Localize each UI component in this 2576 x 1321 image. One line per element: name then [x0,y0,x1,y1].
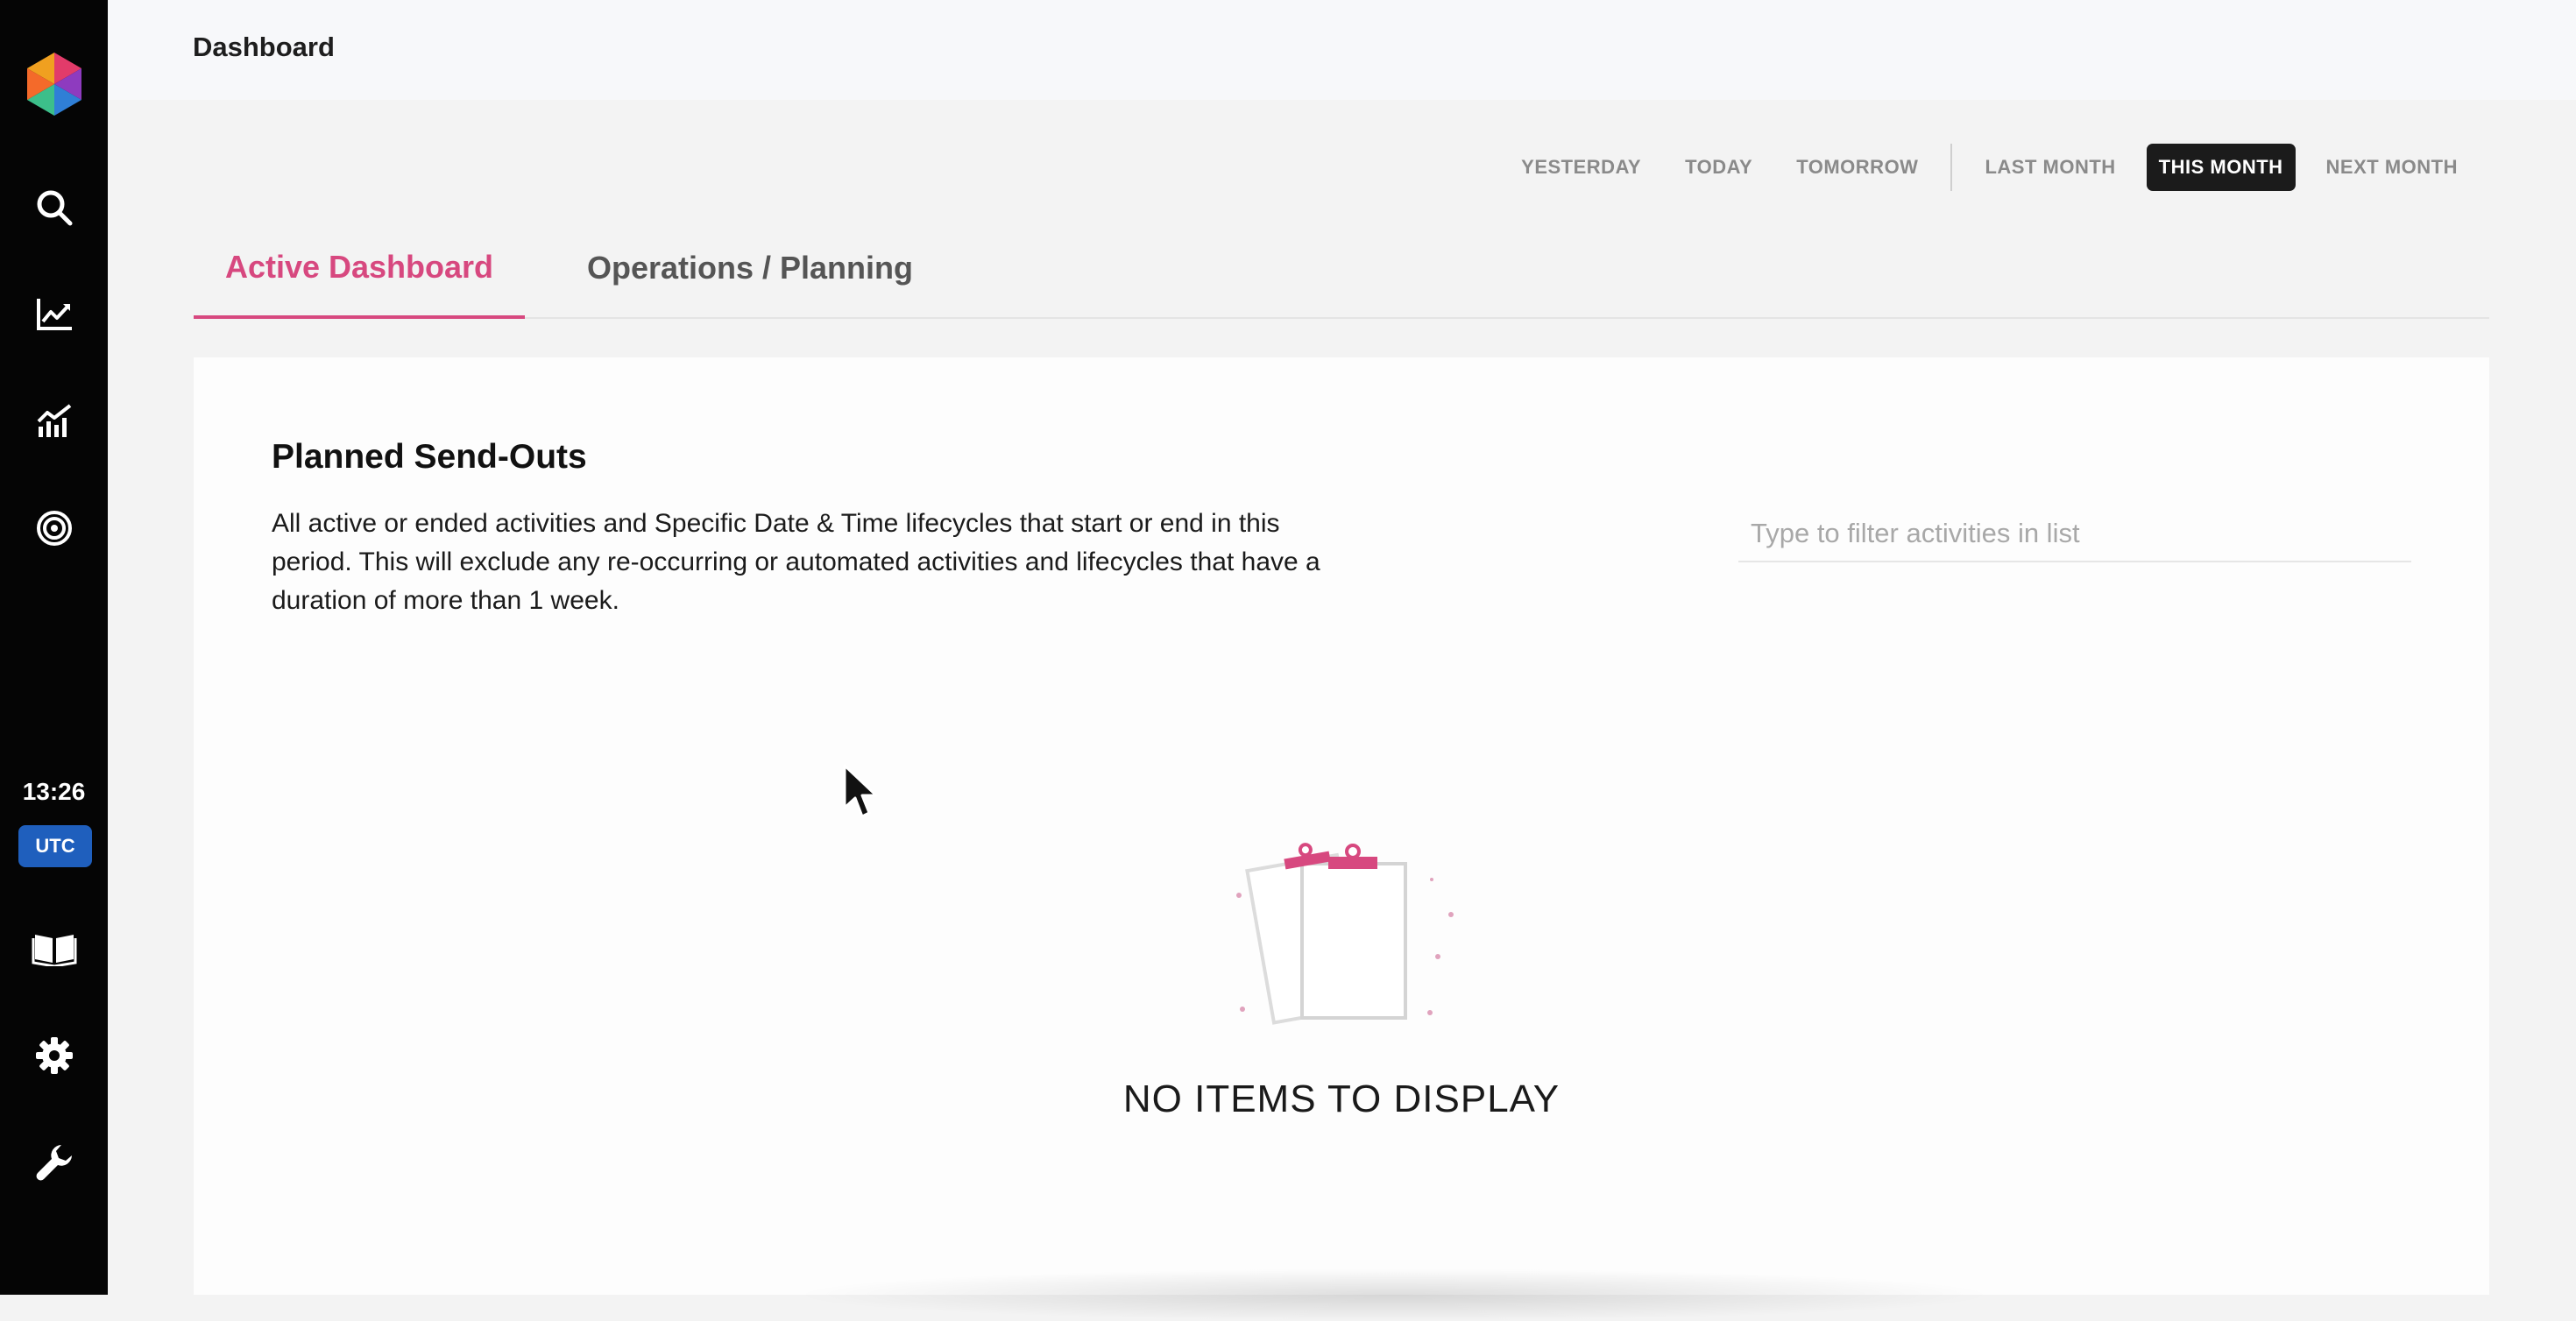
analytics-icon[interactable] [0,382,108,461]
wrench-icon[interactable] [0,1123,108,1202]
page-title: Dashboard [193,32,335,62]
tab-active-dashboard[interactable]: Active Dashboard [194,219,525,319]
tab-operations-planning[interactable]: Operations / Planning [555,219,945,317]
date-range-selector: YESTERDAY TODAY TOMORROW LAST MONTH THIS… [1499,144,2480,191]
empty-clipboard-icon [1232,825,1460,1057]
target-icon[interactable] [0,489,108,568]
range-last-month-button[interactable]: LAST MONTH [1963,144,2137,191]
book-icon[interactable] [0,909,108,988]
card-title: Planned Send-Outs [272,438,587,476]
sidebar: 13:26 UTC [0,0,108,1295]
top-bar: Dashboard [108,0,2576,100]
gear-icon[interactable] [0,1016,108,1095]
range-next-month-button[interactable]: NEXT MONTH [2304,144,2480,191]
clock-time: 13:26 [22,778,86,805]
range-today-button[interactable]: TODAY [1663,144,1774,191]
empty-state-message: NO ITEMS TO DISPLAY [1122,1077,1560,1120]
mouse-cursor-icon [843,764,881,826]
range-divider [1950,144,1953,191]
dashboard-tabs: Active Dashboard Operations / Planning [194,219,2489,319]
activity-filter-input[interactable] [1738,506,2411,562]
range-yesterday-button[interactable]: YESTERDAY [1499,144,1663,191]
bottom-shadow [789,1268,1999,1321]
planned-send-outs-card: Planned Send-Outs All active or ended ac… [194,357,2489,1321]
app-logo-icon[interactable] [0,42,108,126]
search-icon[interactable] [0,168,108,247]
card-description: All active or ended activities and Speci… [272,509,1320,615]
chart-line-icon[interactable] [0,275,108,354]
timezone-badge[interactable]: UTC [18,825,92,867]
range-tomorrow-button[interactable]: TOMORROW [1774,144,1940,191]
range-this-month-button[interactable]: THIS MONTH [2146,144,2296,191]
